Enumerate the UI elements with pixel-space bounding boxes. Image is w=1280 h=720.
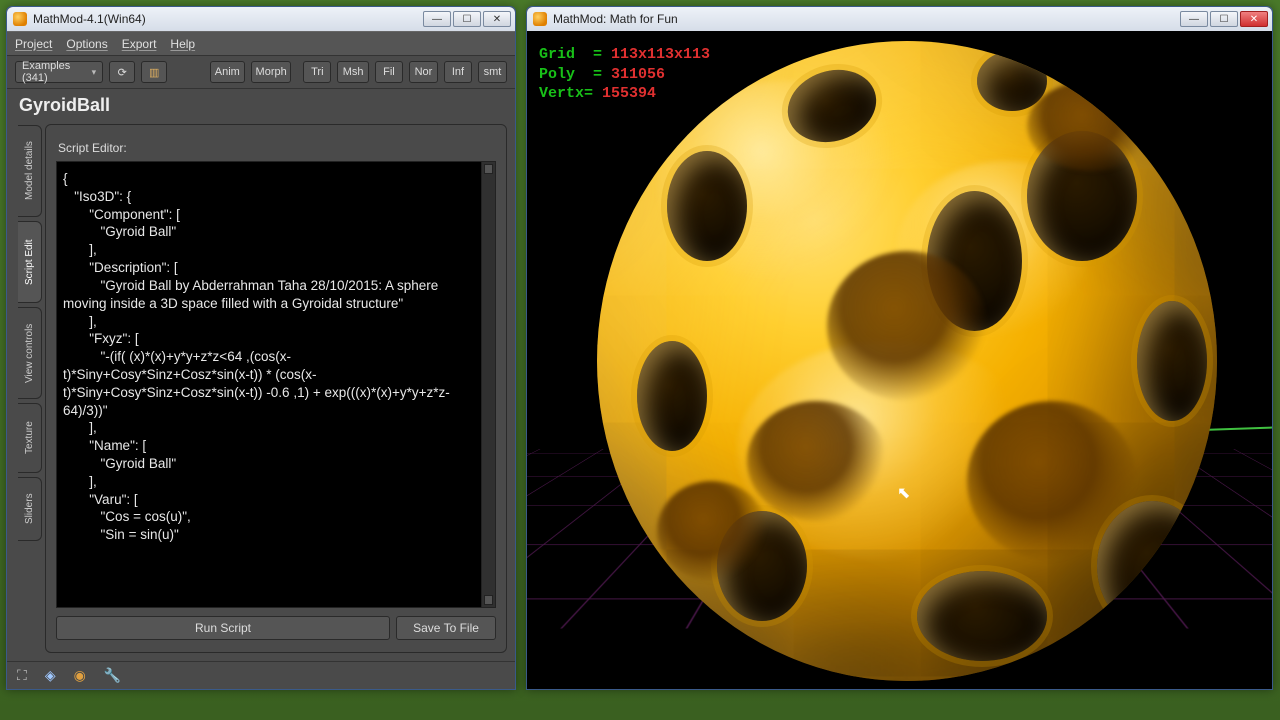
maximize-button[interactable]: ☐ [1210,11,1238,27]
tab-script-edit[interactable]: Script Edit [18,221,42,303]
close-button[interactable]: ✕ [483,11,511,27]
menu-options[interactable]: Options [66,37,107,51]
msh-button[interactable]: Msh [337,61,369,83]
tool-icon-3[interactable]: ◉ [74,667,86,684]
viewport-3d[interactable]: Grid = 113x113x113 Poly = 311056 Vertx= … [527,31,1272,689]
fil-button[interactable]: Fil [375,61,403,83]
app-icon [13,12,27,26]
refresh-icon[interactable]: ⟳ [109,61,135,83]
minimize-button[interactable]: — [1180,11,1208,27]
window-title: MathMod-4.1(Win64) [33,12,421,26]
examples-label: Examples (341) [22,60,86,84]
tab-sliders[interactable]: Sliders [18,477,42,541]
viewer-window: MathMod: Math for Fun — ☐ ✕ [526,6,1273,690]
tab-model-details[interactable]: Model details [18,125,42,217]
save-to-file-button[interactable]: Save To File [396,616,496,640]
titlebar[interactable]: MathMod: Math for Fun — ☐ ✕ [527,7,1272,31]
morph-button[interactable]: Morph [251,61,291,83]
examples-dropdown[interactable]: Examples (341) ▾ [15,61,103,83]
run-script-button[interactable]: Run Script [56,616,390,640]
menubar: Project Options Export Help [7,31,515,55]
inf-button[interactable]: Inf [444,61,472,83]
script-editor-label: Script Editor: [58,141,496,155]
tool-icon-2[interactable]: ◈ [45,667,56,684]
object-name: GyroidBall [7,89,515,120]
gyroid-ball-render [597,41,1217,681]
scroll-down-icon[interactable] [484,595,493,605]
app-icon [533,12,547,26]
maximize-button[interactable]: ☐ [453,11,481,27]
statusbar: ⛶ ◈ ◉ 🔧 [7,661,515,689]
tri-button[interactable]: Tri [303,61,331,83]
menu-export[interactable]: Export [122,37,157,51]
menu-project[interactable]: Project [15,37,52,51]
menu-help[interactable]: Help [170,37,195,51]
tool-icon-1[interactable]: ⛶ [17,667,27,684]
tab-texture[interactable]: Texture [18,403,42,473]
editor-window: MathMod-4.1(Win64) — ☐ ✕ Project Options… [6,6,516,690]
script-panel: Model details Script Edit View controls … [45,124,507,653]
hud-stats: Grid = 113x113x113 Poly = 311056 Vertx= … [539,45,710,104]
folder-icon[interactable]: ▥ [141,61,167,83]
scroll-up-icon[interactable] [484,164,493,174]
toolbar: Examples (341) ▾ ⟳ ▥ Anim Morph Tri Msh … [7,55,515,89]
anim-button[interactable]: Anim [210,61,245,83]
chevron-down-icon: ▾ [92,67,97,78]
minimize-button[interactable]: — [423,11,451,27]
titlebar[interactable]: MathMod-4.1(Win64) — ☐ ✕ [7,7,515,31]
scrollbar[interactable] [481,162,495,607]
script-editor[interactable]: { "Iso3D": { "Component": [ "Gyroid Ball… [56,161,496,608]
nor-button[interactable]: Nor [409,61,438,83]
smt-button[interactable]: smt [478,61,507,83]
wrench-icon[interactable]: 🔧 [104,667,121,684]
window-title: MathMod: Math for Fun [553,12,1178,26]
cursor-icon: ⬉ [897,483,910,503]
tab-view-controls[interactable]: View controls [18,307,42,399]
close-button[interactable]: ✕ [1240,11,1268,27]
script-text[interactable]: { "Iso3D": { "Component": [ "Gyroid Ball… [57,162,481,607]
